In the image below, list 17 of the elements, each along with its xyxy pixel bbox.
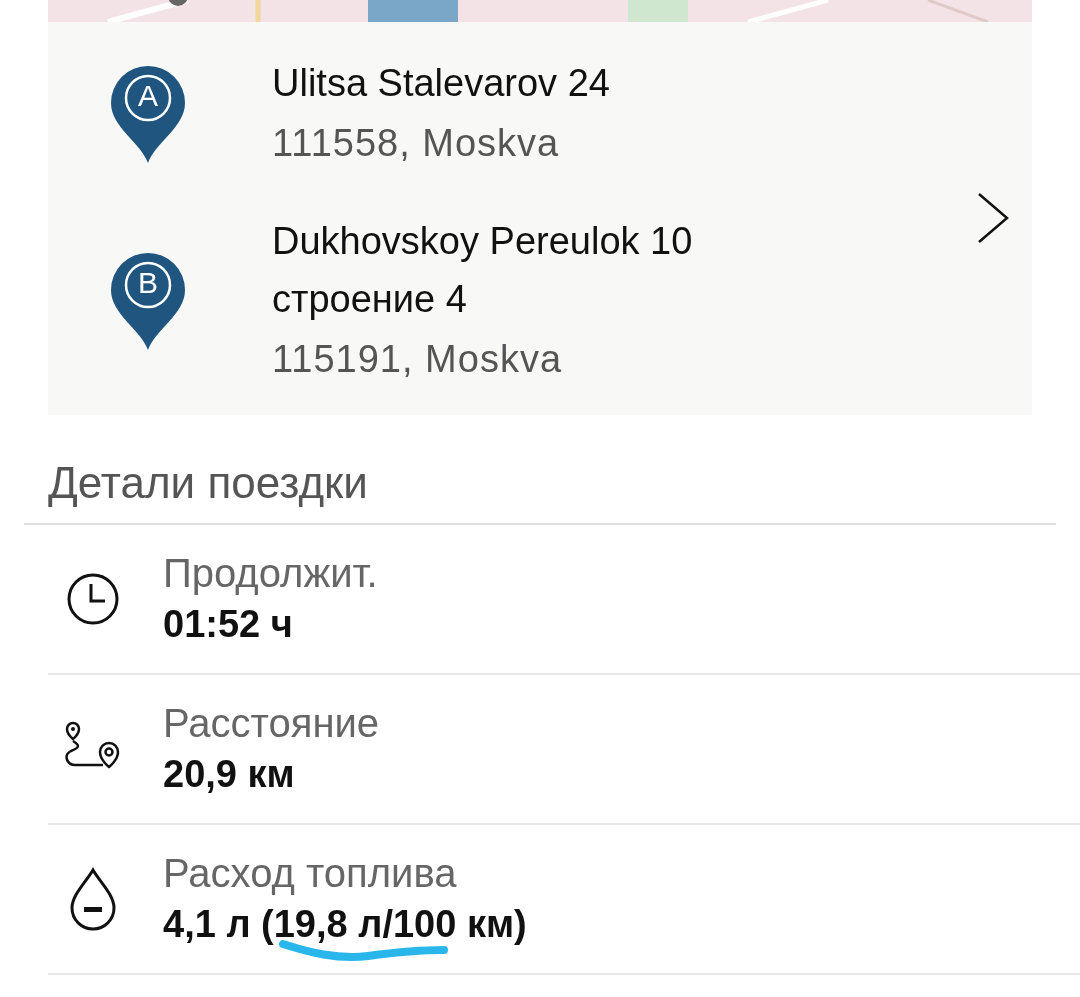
- map-pin-icon: A: [109, 63, 187, 164]
- clock-icon: [65, 572, 120, 626]
- address-line: строение 4: [272, 276, 468, 322]
- address-line: Ulitsa Stalevarov 24: [272, 60, 610, 106]
- section-title: Детали поездки: [48, 457, 369, 509]
- address-line: Dukhovskoy Pereulok 10: [272, 218, 693, 264]
- detail-value: 20,9 км: [163, 752, 295, 797]
- postal-city: 111558, Moskva: [272, 120, 561, 166]
- detail-label: Расстояние: [163, 700, 380, 747]
- detail-label: Продолжит.: [163, 550, 378, 597]
- postal-city: 115191, Moskva: [272, 336, 564, 382]
- chevron-right-icon: [976, 192, 1010, 244]
- detail-value: 4,1 л (19,8 л/100 км): [163, 902, 527, 947]
- route-card[interactable]: A Ulitsa Stalevarov 24 111558, Moskva B Dukhovskoy Pereulok 10 строение 4 115191, Moskva: [48, 22, 1032, 415]
- detail-label: Расход топлива: [163, 850, 457, 897]
- map-pin-icon: B: [109, 250, 187, 351]
- detail-value: 01:52 ч: [163, 602, 293, 647]
